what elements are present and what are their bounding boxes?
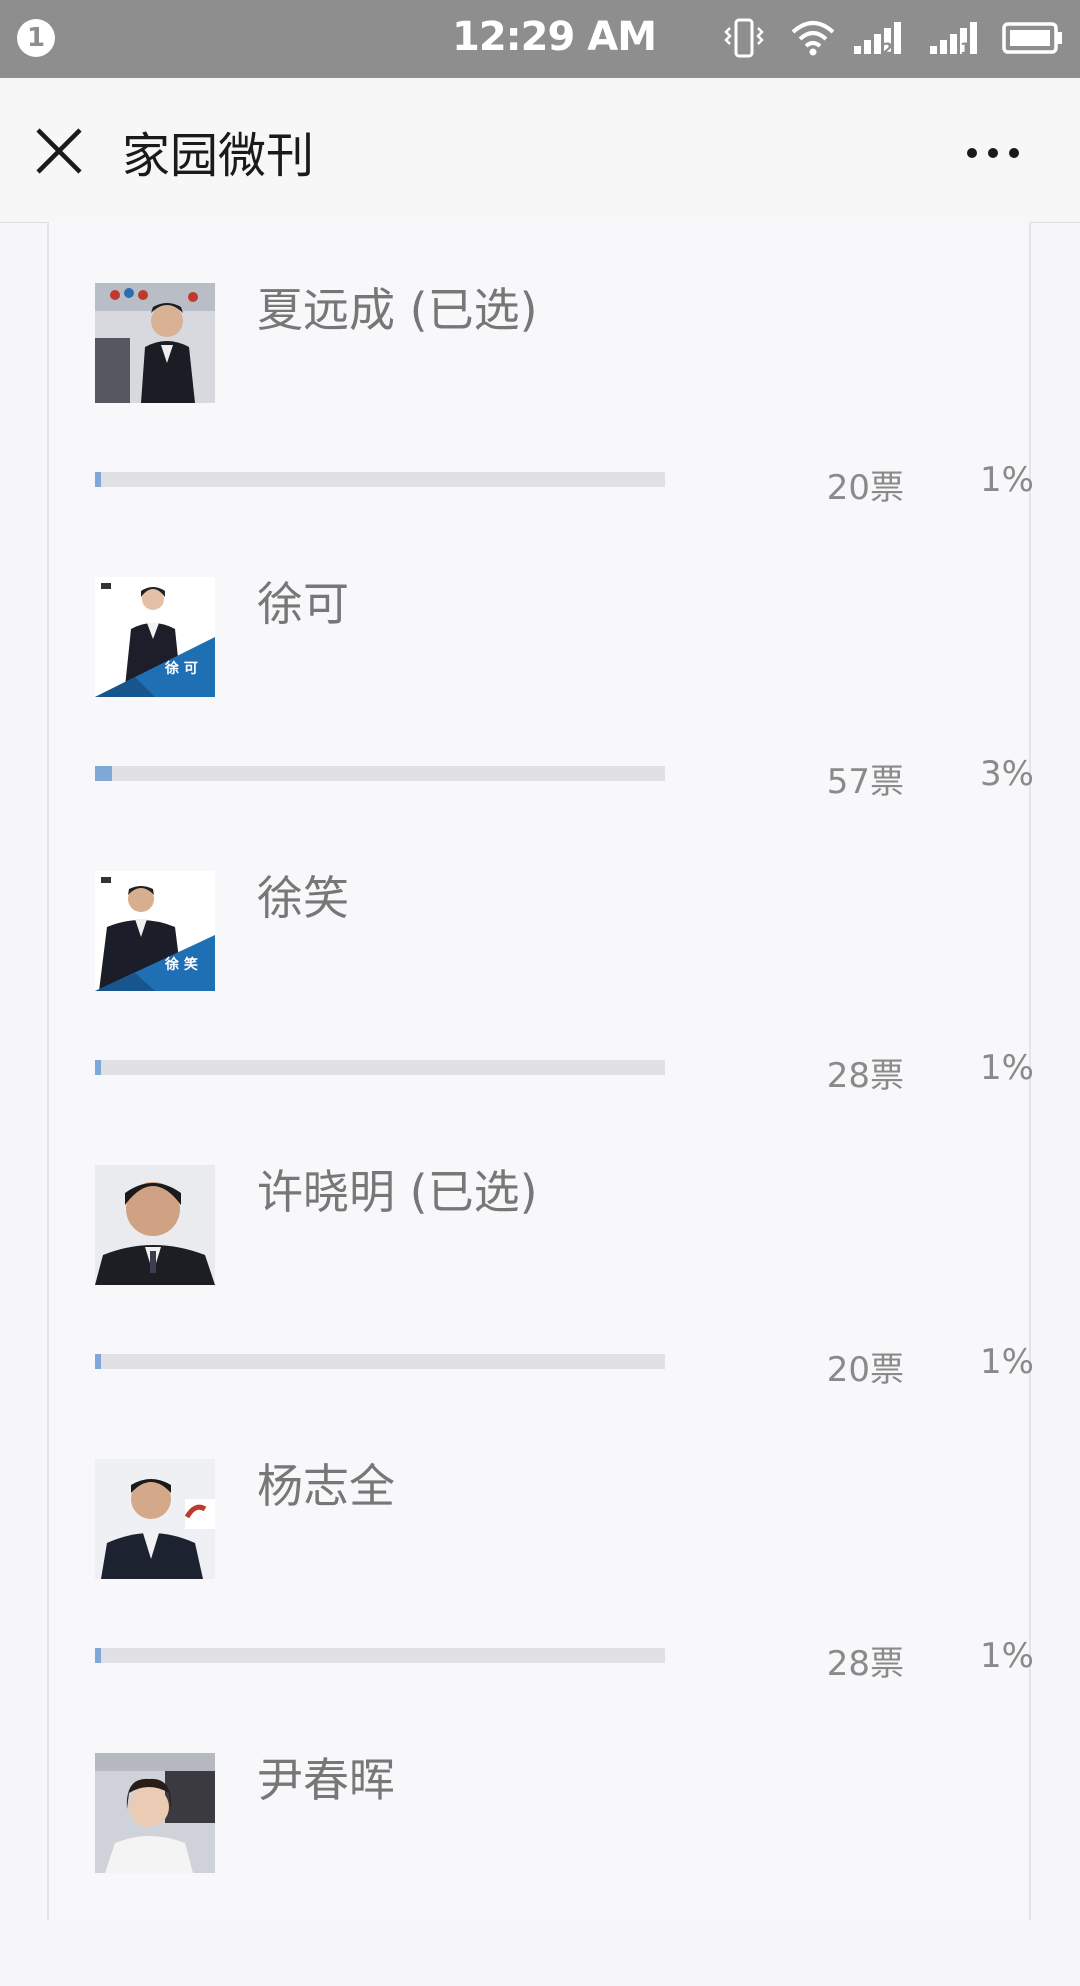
candidate-item: 徐 可 徐可 57票 3% <box>49 516 1034 810</box>
man-suit-poster: 徐 笑 <box>95 871 215 991</box>
vibrate-icon <box>724 18 764 58</box>
avatar <box>95 1165 215 1285</box>
candidate-name: 夏远成 (已选) <box>257 283 538 337</box>
avatar: 徐 可 <box>95 577 215 697</box>
notification-badge: 1 <box>17 19 55 57</box>
svg-text:徐 笑: 徐 笑 <box>164 956 198 973</box>
vote-count: 20票 <box>826 1350 904 1390</box>
vote-count: 20票 <box>826 468 904 508</box>
title-bar: 家园微刊 <box>0 78 1080 223</box>
vote-percent: 1% <box>980 1048 1034 1088</box>
vote-bar-fill <box>95 766 112 781</box>
candidate-item: 许晓明 (已选) 20票 1% <box>49 1104 1034 1398</box>
avatar: 徐 笑 <box>95 871 215 991</box>
vote-bar <box>95 1648 665 1663</box>
signal-sim1-icon: 1 <box>930 22 977 58</box>
vote-bar <box>95 766 665 781</box>
candidate-item: 徐 笑 徐笑 28票 1% <box>49 810 1034 1104</box>
woman-selfie-photo <box>95 1753 215 1873</box>
vote-bar-fill <box>95 1060 101 1075</box>
woman-suit-poster: 徐 可 <box>95 577 215 697</box>
vote-percent: 3% <box>980 754 1034 794</box>
avatar <box>95 1459 215 1579</box>
candidate-name: 尹春晖 <box>257 1753 395 1807</box>
vote-count: 28票 <box>826 1644 904 1684</box>
vote-percent: 1% <box>980 1342 1034 1382</box>
avatar <box>95 1753 215 1873</box>
candidate-name: 徐可 <box>257 577 349 631</box>
close-icon[interactable] <box>30 122 88 180</box>
candidate-item: 夏远成 (已选) 20票 1% <box>49 222 1034 516</box>
candidate-name: 杨志全 <box>257 1459 395 1513</box>
man-selfie-photo <box>95 1165 215 1285</box>
signal-sim2-icon: 2 <box>854 22 901 58</box>
man-suit-office-photo <box>95 1459 215 1579</box>
sim2-label: 2 <box>882 39 893 58</box>
avatar <box>95 283 215 403</box>
vote-count: 28票 <box>826 1056 904 1096</box>
candidate-name: 许晓明 (已选) <box>257 1165 538 1219</box>
status-time: 12:29 AM <box>452 14 657 60</box>
vote-percent: 1% <box>980 460 1034 500</box>
vote-bar <box>95 1060 665 1075</box>
vote-bar <box>95 1354 665 1369</box>
candidate-item: 杨志全 28票 1% <box>49 1398 1034 1692</box>
status-bar: 1 12:29 AM 2 1 <box>0 0 1080 78</box>
page-title: 家园微刊 <box>122 128 315 184</box>
vote-results-list: 夏远成 (已选) 20票 1% 徐 可 徐可 57票 3% 徐 笑 徐笑 28票… <box>47 222 1034 1920</box>
candidate-name: 徐笑 <box>257 871 349 925</box>
vote-bar-fill <box>95 472 101 487</box>
vote-bar <box>95 472 665 487</box>
sim1-label: 1 <box>960 39 971 58</box>
vote-count: 57票 <box>826 762 904 802</box>
vote-bar-fill <box>95 1648 101 1663</box>
vote-percent: 1% <box>980 1636 1034 1676</box>
wifi-icon <box>791 21 835 56</box>
battery-icon <box>1002 22 1062 54</box>
more-icon[interactable] <box>956 128 1030 178</box>
candidate-item: 尹春晖 <box>49 1692 1029 1986</box>
man-dark-suit-photo <box>95 283 215 403</box>
vote-bar-fill <box>95 1354 101 1369</box>
svg-text:徐 可: 徐 可 <box>164 660 198 677</box>
